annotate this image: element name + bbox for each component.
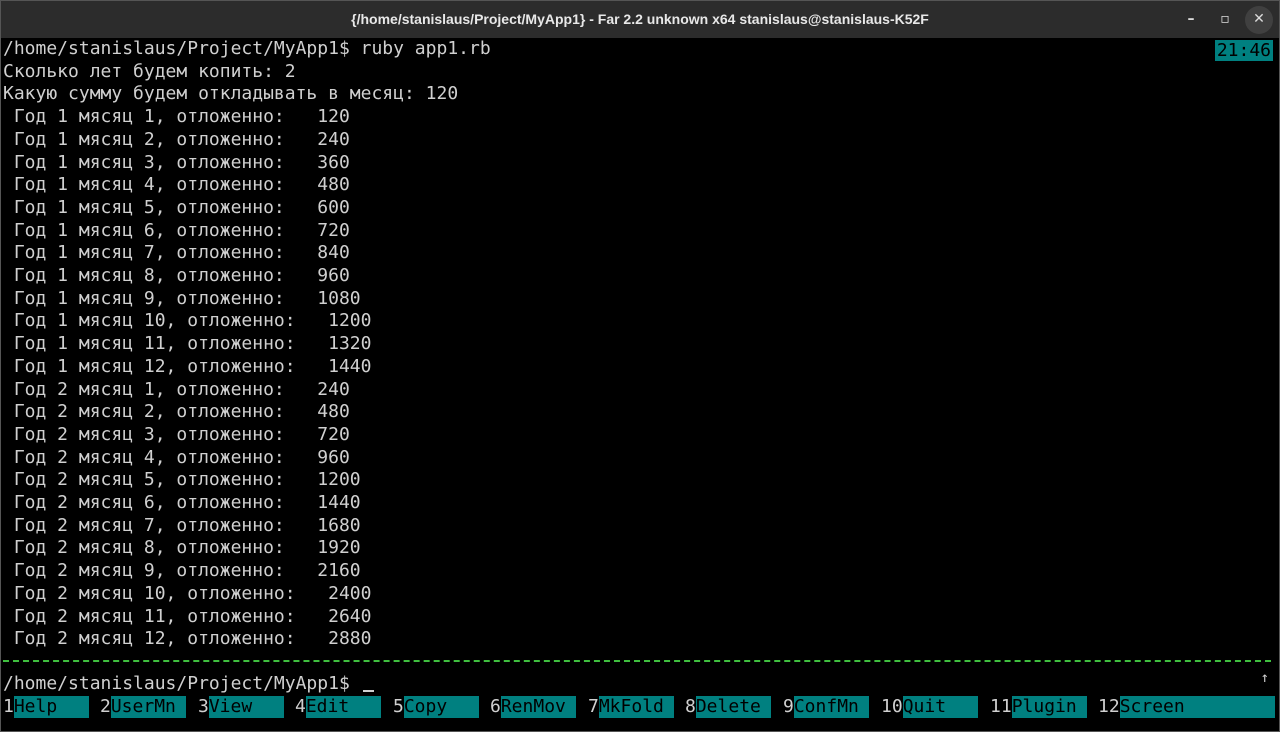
output-line: Год 2 мясяц 3, отложенно: 720 xyxy=(3,423,350,445)
output-line: Год 1 мясяц 10, отложенно: 1200 xyxy=(3,310,372,332)
output-line: Год 1 мясяц 11, отложенно: 1320 xyxy=(3,333,372,355)
output-line: Год 1 мясяц 3, отложенно: 360 xyxy=(3,151,350,173)
window-controls: – ▫ ✕ xyxy=(1177,1,1273,38)
output-line: Год 2 мясяц 4, отложенно: 960 xyxy=(3,446,350,468)
fkey-number: 3 xyxy=(198,696,209,718)
fkey-label: Screen xyxy=(1119,696,1275,718)
command-prompt: /home/stanislaus/Project/MyApp1$ xyxy=(3,673,350,694)
maximize-button[interactable]: ▫ xyxy=(1211,6,1239,34)
scroll-up-indicator: ↑ xyxy=(1260,670,1269,686)
output-line: Год 2 мясяц 10, отложенно: 2400 xyxy=(3,582,372,604)
output-line: Год 1 мясяц 5, отложенно: 600 xyxy=(3,196,350,218)
output-line: Год 2 мясяц 7, отложенно: 1680 xyxy=(3,514,361,536)
fkey-number: 9 xyxy=(783,696,794,718)
output-line: Год 1 мясяц 6, отложенно: 720 xyxy=(3,219,350,241)
fkey-label: Edit xyxy=(305,696,381,718)
fkey-label: Plugin xyxy=(1011,696,1087,718)
fkey-label: View xyxy=(208,696,284,718)
fkey-number: 11 xyxy=(990,696,1012,718)
output-line: Год 2 мясяц 2, отложенно: 480 xyxy=(3,401,350,423)
fkey-number: 12 xyxy=(1098,696,1120,718)
fkey-number: 7 xyxy=(588,696,599,718)
output-line: Год 1 мясяц 1, отложенно: 120 xyxy=(3,106,350,128)
fkey-plugin[interactable]: 11 Plugin xyxy=(990,696,1087,718)
output-line: Год 2 мясяц 6, отложенно: 1440 xyxy=(3,492,361,513)
function-key-bar: 1 Help 2 UserMn 3 View 4 Edit 5 Copy 6 RenMov 7 MkFol… xyxy=(3,696,1275,718)
panel-divider xyxy=(3,660,1271,662)
output-line: Год 2 мясяц 12, отложенно: 2880 xyxy=(3,628,372,650)
text-cursor xyxy=(362,690,374,692)
fkey-usermn[interactable]: 2 UserMn xyxy=(100,696,186,718)
fkey-delete[interactable]: 8 Delete xyxy=(685,696,771,718)
output-line: Год 2 мясяц 11, отложенно: 2640 xyxy=(3,605,372,627)
output-line: Год 1 мясяц 8, отложенно: 960 xyxy=(3,265,350,286)
output-line: Год 1 мясяц 4, отложенно: 480 xyxy=(3,174,350,196)
fkey-label: Copy xyxy=(403,696,479,718)
fkey-number: 1 xyxy=(3,696,14,718)
fkey-number: 8 xyxy=(685,696,696,718)
fkey-number: 10 xyxy=(881,696,903,718)
title-bar[interactable]: {/home/stanislaus/Project/MyApp1} - Far … xyxy=(1,1,1279,38)
fkey-label: UserMn xyxy=(110,696,186,718)
output-line: Какую сумму будем откладывать в месяц: 1… xyxy=(3,83,459,105)
command-line[interactable]: /home/stanislaus/Project/MyApp1$ xyxy=(3,673,374,695)
fkey-label: Quit xyxy=(902,696,978,718)
fkey-number: 2 xyxy=(100,696,111,718)
fkey-screen[interactable]: 12 Screen xyxy=(1098,696,1275,718)
fkey-quit[interactable]: 10 Quit xyxy=(881,696,978,718)
output-line: Год 2 мясяц 5, отложенно: 1200 xyxy=(3,469,361,491)
output-line: Год 2 мясяц 9, отложенно: 2160 xyxy=(3,560,361,582)
output-line: Год 2 мясяц 1, отложенно: 240 xyxy=(3,378,350,400)
terminal-screen[interactable]: 21:46 /home/stanislaus/Project/MyApp1$ r… xyxy=(3,38,1279,731)
fkey-help[interactable]: 1 Help xyxy=(3,696,89,718)
fkey-label: ConfMn xyxy=(793,696,869,718)
output-line: Год 1 мясяц 9, отложенно: 1080 xyxy=(3,287,361,309)
fkey-label: Delete xyxy=(695,696,771,718)
output-line: Год 1 мясяц 7, отложенно: 840 xyxy=(3,242,350,264)
fkey-label: RenMov xyxy=(500,696,576,718)
fkey-renmov[interactable]: 6 RenMov xyxy=(490,696,576,718)
output-line: Год 1 мясяц 12, отложенно: 1440 xyxy=(3,355,372,377)
fkey-view[interactable]: 3 View xyxy=(198,696,284,718)
fkey-number: 4 xyxy=(295,696,306,718)
fkey-mkfold[interactable]: 7 MkFold xyxy=(588,696,674,718)
fkey-edit[interactable]: 4 Edit xyxy=(295,696,381,718)
fkey-confmn[interactable]: 9 ConfMn xyxy=(783,696,869,718)
fkey-number: 5 xyxy=(393,696,404,718)
output-line: Сколько лет будем копить: 2 xyxy=(3,60,296,82)
fkey-copy[interactable]: 5 Copy xyxy=(393,696,479,718)
output-line: Год 2 мясяц 8, отложенно: 1920 xyxy=(3,537,361,559)
fkey-label: MkFold xyxy=(598,696,674,718)
clock: 21:46 xyxy=(1214,40,1273,61)
fkey-label: Help xyxy=(13,696,89,718)
fkey-number: 6 xyxy=(490,696,501,718)
terminal-window: {/home/stanislaus/Project/MyApp1} - Far … xyxy=(0,0,1280,732)
output-line: Год 1 мясяц 2, отложенно: 240 xyxy=(3,128,350,150)
close-button[interactable]: ✕ xyxy=(1245,5,1273,34)
output-line: /home/stanislaus/Project/MyApp1$ ruby ap… xyxy=(3,38,491,59)
window-title: {/home/stanislaus/Project/MyApp1} - Far … xyxy=(351,11,929,27)
minimize-button[interactable]: – xyxy=(1177,6,1205,34)
